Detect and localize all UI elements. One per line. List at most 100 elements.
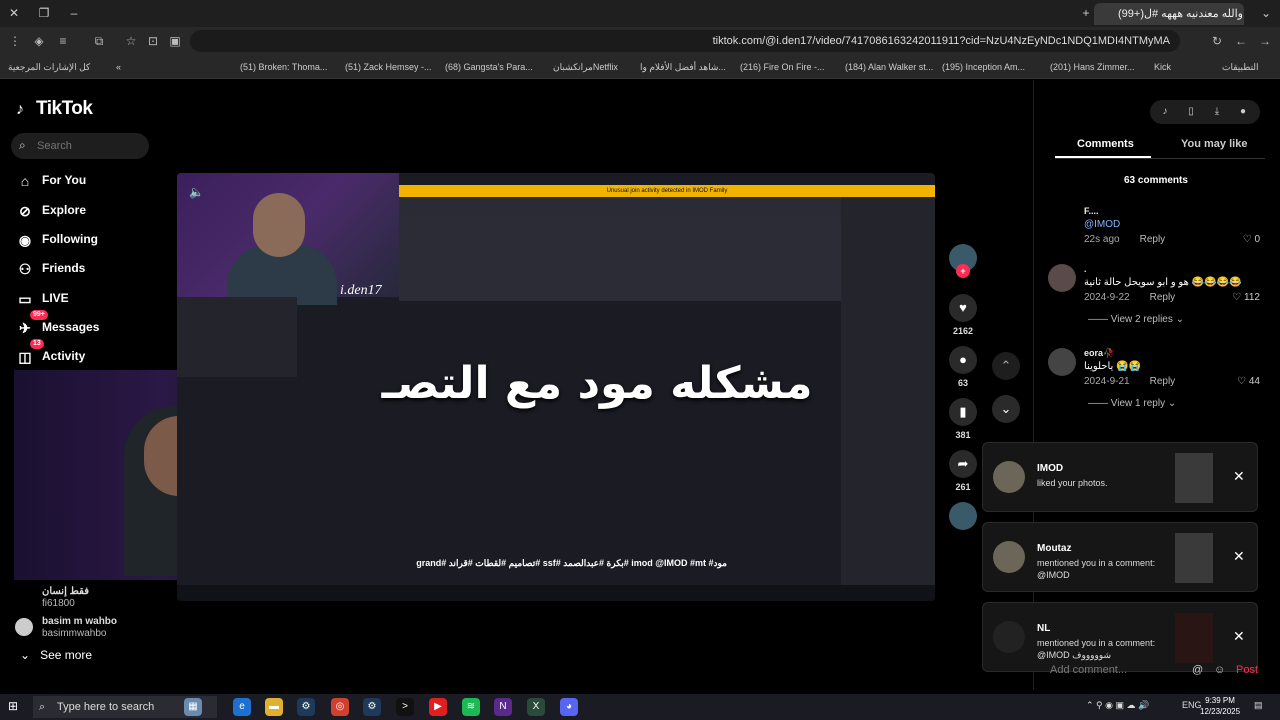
install-icon[interactable]: ⊡: [144, 32, 162, 50]
mention-icon[interactable]: @: [1192, 664, 1203, 676]
tab-comments[interactable]: Comments: [1077, 138, 1134, 150]
bookmark-item[interactable]: مرانكشبانNetflix: [553, 59, 618, 75]
bookmark-all[interactable]: كل الإشارات المرجعية: [8, 59, 90, 75]
reply-button[interactable]: Reply: [1140, 234, 1166, 245]
comment-like-button[interactable]: ♡ 112: [1232, 292, 1260, 303]
nav-friends[interactable]: ⚇ Friends: [16, 257, 86, 279]
bookmark-item[interactable]: (216) Fire On Fire -...: [740, 59, 825, 75]
nav-explore[interactable]: ⊘ Explore: [16, 199, 86, 221]
nav-activity[interactable]: ◫ 13 Activity: [16, 339, 85, 367]
minimize-window-icon[interactable]: –: [64, 4, 84, 22]
bookmark-star-icon[interactable]: ☆: [122, 32, 140, 50]
file-explorer-icon[interactable]: ▬: [265, 698, 283, 716]
forward-icon[interactable]: ←: [1232, 32, 1250, 50]
youtube-icon[interactable]: ▶: [429, 698, 447, 716]
reply-button[interactable]: Reply: [1150, 376, 1176, 387]
avatar[interactable]: [1048, 348, 1076, 376]
emoji-icon[interactable]: ☺: [1214, 664, 1225, 676]
search-input[interactable]: [37, 136, 145, 156]
bookmark-item[interactable]: التطبيقات: [1222, 59, 1259, 75]
steam-2-icon[interactable]: ⚙: [363, 698, 381, 716]
menu-icon[interactable]: ⋮: [6, 32, 24, 50]
comment-like-button[interactable]: ♡ 44: [1237, 376, 1260, 387]
notification-toast[interactable]: NL mentioned you in a comment: @IMOD شوو…: [982, 602, 1258, 672]
spotify-icon[interactable]: ≋: [462, 698, 480, 716]
next-app-icon[interactable]: N: [494, 698, 512, 716]
comment-text[interactable]: @IMOD: [1084, 219, 1120, 230]
account-name[interactable]: فقط إنسان: [42, 586, 89, 597]
bookmark-item[interactable]: (201) Hans Zimmer...: [1050, 59, 1135, 75]
follow-plus-icon[interactable]: +: [945, 264, 981, 278]
comment-author[interactable]: F....: [1084, 206, 1099, 216]
account-handle[interactable]: basimmwahbo: [42, 628, 106, 639]
windows-start-icon[interactable]: ⊞: [8, 699, 22, 713]
chrome-icon[interactable]: ◎: [331, 698, 349, 716]
volume-icon[interactable]: 🔈: [189, 185, 204, 199]
creator-avatar-button[interactable]: +: [945, 244, 981, 278]
view-replies-button[interactable]: —— View 1 reply ⌄: [1088, 398, 1176, 409]
tab-search-icon[interactable]: ⌄: [1256, 4, 1276, 22]
nav-for-you[interactable]: ⌂ For You: [16, 169, 86, 191]
notification-toast[interactable]: IMOD liked your photos. ✕: [982, 442, 1258, 512]
bookmarks-overflow-icon[interactable]: «: [116, 59, 121, 75]
bookmark-item[interactable]: (184) Alan Walker st...: [845, 59, 933, 75]
language-indicator[interactable]: ENG: [1182, 700, 1202, 710]
close-icon[interactable]: ✕: [1233, 469, 1247, 483]
bookmark-item[interactable]: (68) Gangsta's Para...: [445, 59, 533, 75]
restore-window-icon[interactable]: ❐: [34, 4, 54, 22]
account-name[interactable]: basim m wahbo: [42, 616, 117, 627]
close-window-icon[interactable]: ✕: [4, 4, 24, 22]
comment-button[interactable]: ● 63: [945, 346, 981, 388]
notification-toast[interactable]: Moutaz mentioned you in a comment: @IMOD…: [982, 522, 1258, 592]
nav-live[interactable]: ▭ LIVE: [16, 287, 68, 309]
comment-like-button[interactable]: ♡ 0: [1243, 234, 1260, 245]
extension-icon[interactable]: ◈: [30, 32, 48, 50]
browser-tab[interactable]: (99+)والله معندنيه هههه #ل: [1094, 3, 1244, 25]
cast-icon[interactable]: ▣: [166, 32, 184, 50]
reading-list-icon[interactable]: ≡: [54, 32, 72, 50]
phone-icon[interactable]: ▯: [1180, 100, 1202, 124]
like-button[interactable]: ♥ 2162: [945, 294, 981, 336]
next-video-button[interactable]: ⌄: [992, 395, 1020, 423]
view-replies-button[interactable]: —— View 2 replies ⌄: [1088, 314, 1184, 325]
comment-author[interactable]: eora🥀: [1084, 348, 1114, 359]
reply-button[interactable]: Reply: [1150, 292, 1176, 303]
share-icon[interactable]: ⧉: [90, 32, 108, 50]
video-player[interactable]: i.den17 🔈 Unusual join activity detected…: [177, 173, 935, 601]
reload-icon[interactable]: ↻: [1208, 32, 1226, 50]
account-handle[interactable]: fi61800: [42, 598, 75, 609]
add-comment-input[interactable]: Add comment... @ ☺ Post: [1050, 664, 1260, 684]
share-button[interactable]: ➦ 261: [945, 450, 981, 492]
notification-center-icon[interactable]: ▤: [1254, 700, 1263, 711]
nav-following[interactable]: ◉ Following: [16, 228, 98, 250]
bookmark-item[interactable]: (51) Zack Hemsey -...: [345, 59, 432, 75]
avatar[interactable]: [1048, 264, 1076, 292]
nav-messages[interactable]: ✈ 99+ Messages: [16, 310, 99, 338]
avatar[interactable]: [15, 618, 33, 636]
see-more-button[interactable]: ⌄ See more: [20, 648, 92, 662]
clock[interactable]: 9:39 PM 12/23/2025: [1200, 695, 1240, 717]
previous-video-button[interactable]: ⌃: [992, 352, 1020, 380]
close-icon[interactable]: ✕: [1233, 629, 1247, 643]
new-tab-icon[interactable]: +: [1076, 4, 1096, 22]
edge-icon[interactable]: e: [233, 698, 251, 716]
download-icon[interactable]: ⤓: [1206, 100, 1228, 124]
close-icon[interactable]: ✕: [1233, 549, 1247, 563]
back-icon[interactable]: →: [1256, 32, 1274, 50]
system-tray-icons[interactable]: ⌃ ⚲ ◉ ▣ ☁ 🔊: [1086, 700, 1149, 711]
music-disc-button[interactable]: [945, 502, 981, 530]
post-button[interactable]: Post: [1236, 664, 1258, 676]
tab-you-may-like[interactable]: You may like: [1181, 138, 1247, 150]
tiktok-logo[interactable]: ♪ TikTok: [16, 98, 93, 120]
widgets-icon[interactable]: ▦: [184, 698, 202, 716]
bookmark-item[interactable]: (195) Inception Am...: [942, 59, 1025, 75]
terminal-icon[interactable]: >: [396, 698, 414, 716]
bookmark-item[interactable]: (51) Broken: Thoma...: [240, 59, 327, 75]
steam-icon[interactable]: ⚙: [297, 698, 315, 716]
search-box[interactable]: ⌕: [11, 133, 149, 159]
excel-icon[interactable]: X: [527, 698, 545, 716]
tiktok-icon[interactable]: ♪: [1154, 100, 1176, 124]
save-button[interactable]: ▮ 381: [945, 398, 981, 440]
discord-icon[interactable]: ◕: [560, 698, 578, 716]
bookmark-item[interactable]: شاهد أفضل الأفلام وا...: [640, 59, 726, 75]
